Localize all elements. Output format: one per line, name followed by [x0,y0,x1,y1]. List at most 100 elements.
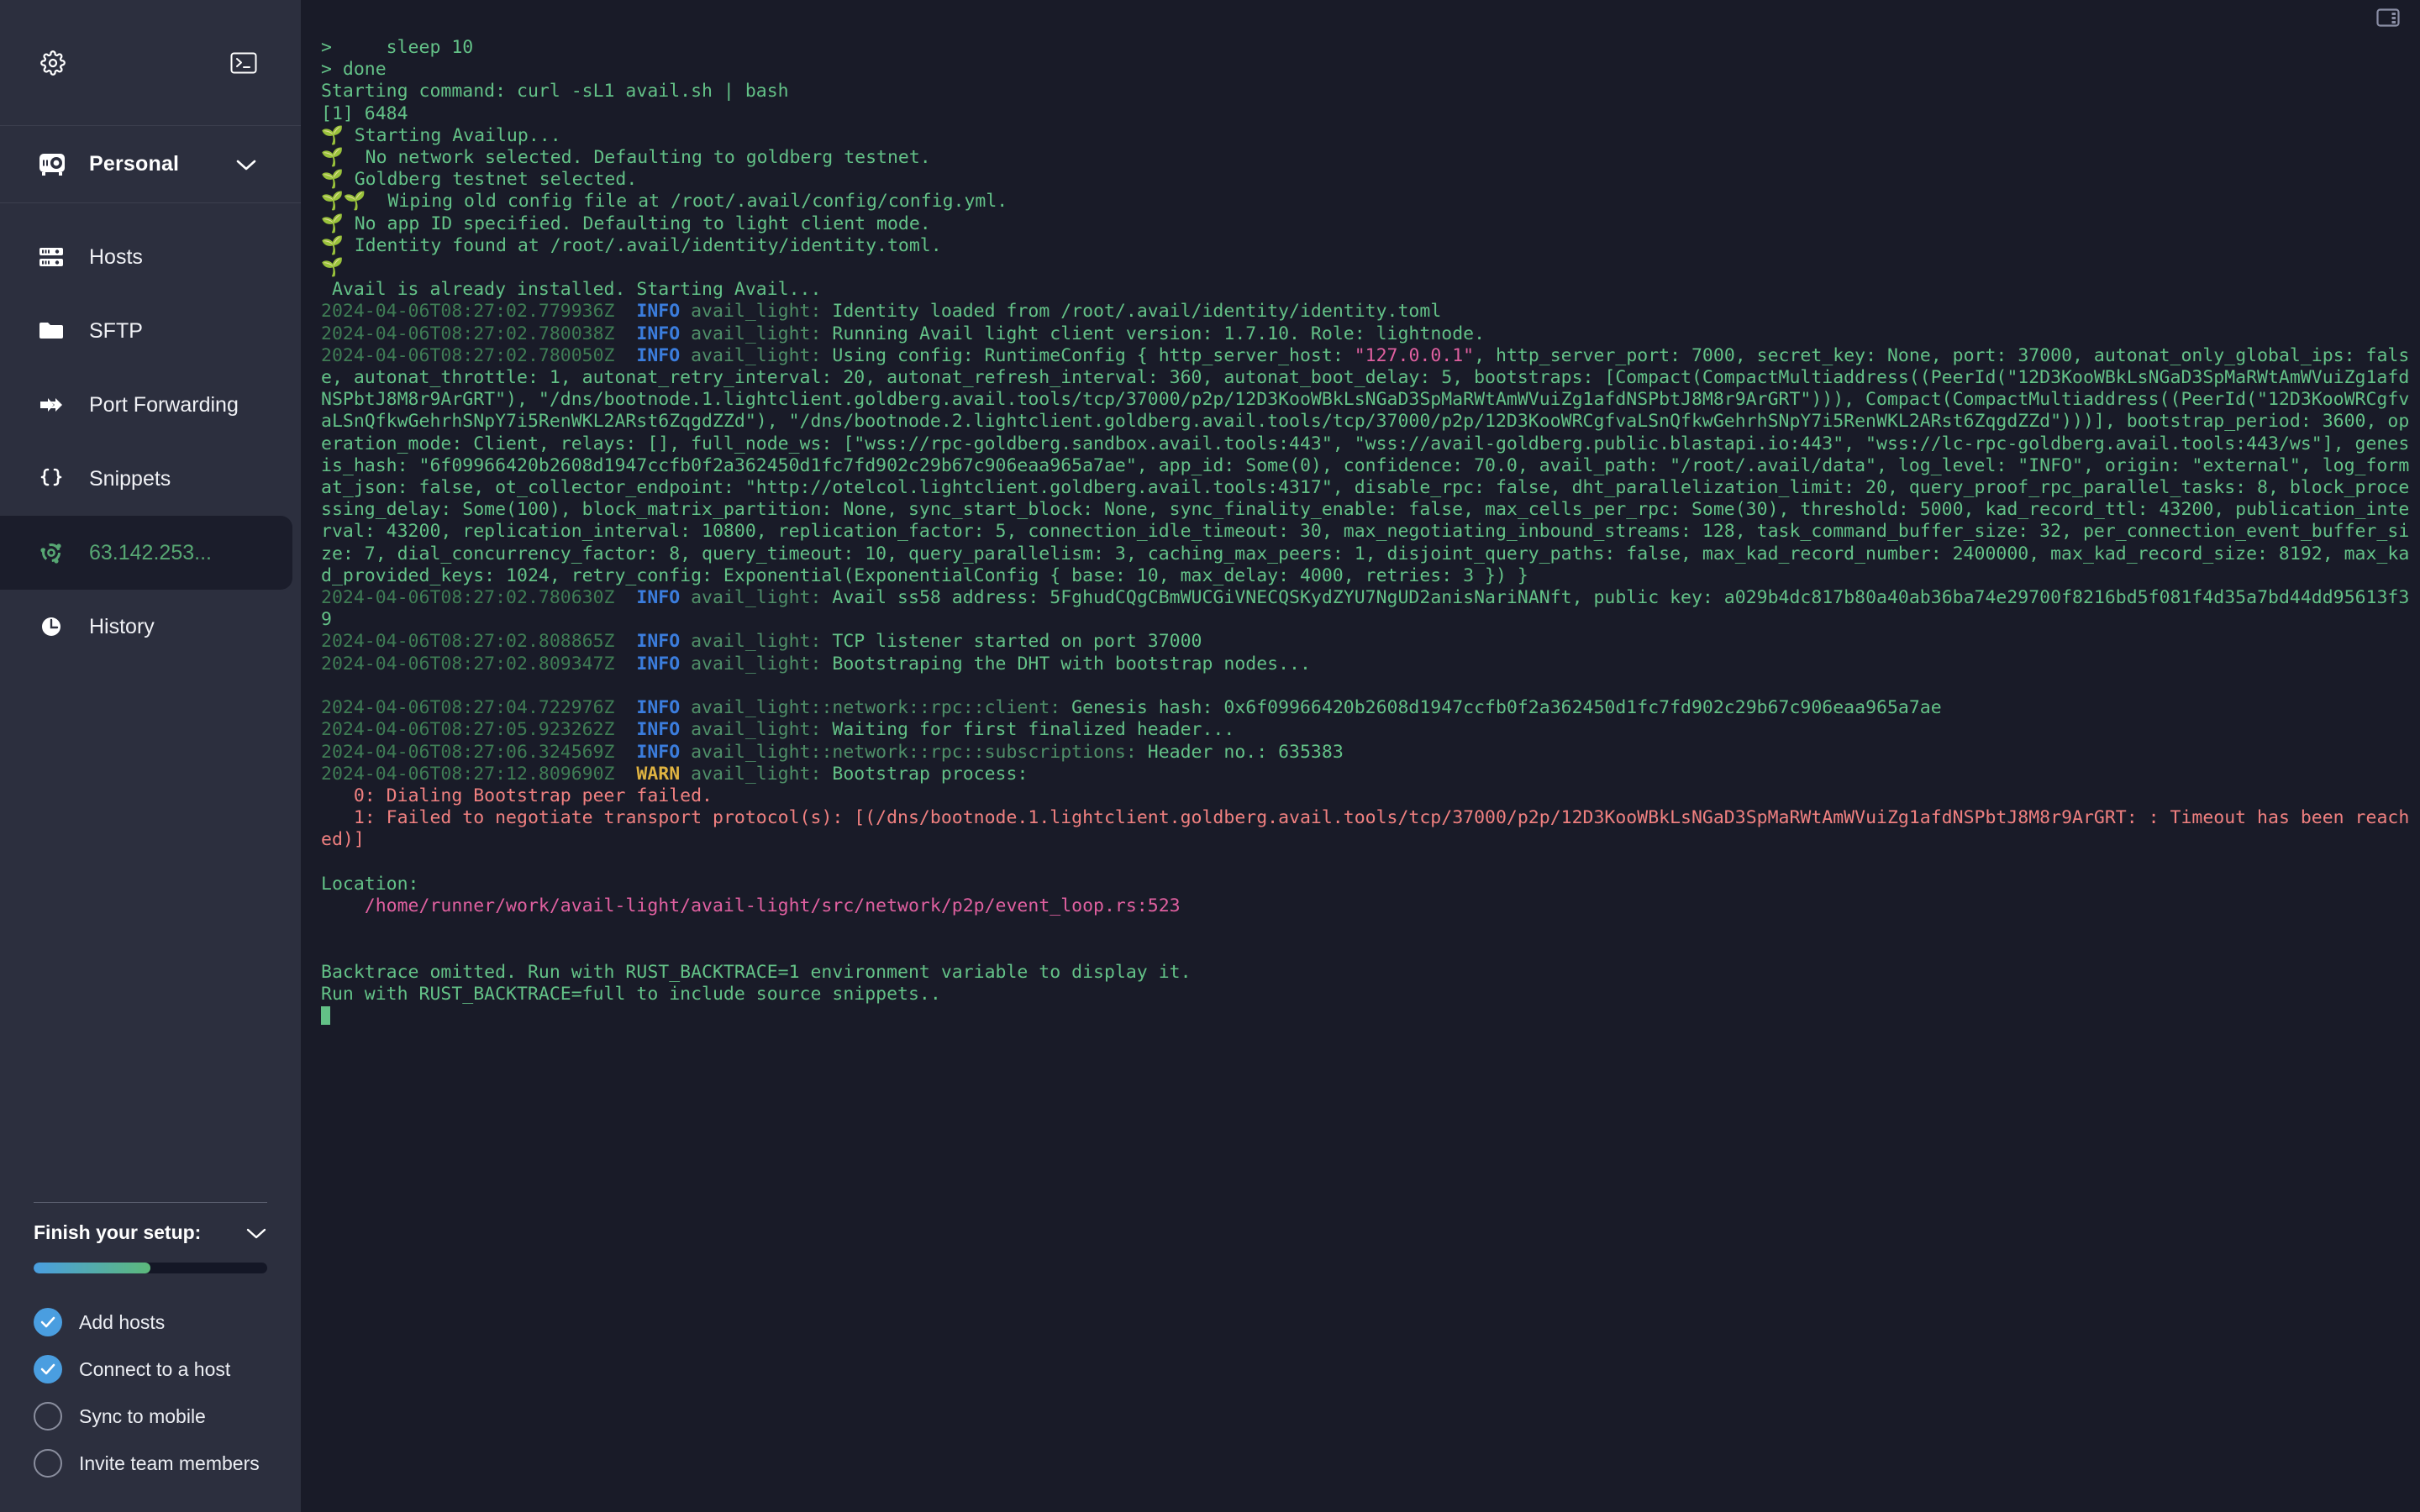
app-root: Personal Hosts SFTP Port Forwarding Snip… [0,0,2420,1512]
terminal-text: "127.0.0.1" [1354,344,1475,366]
terminal-line: 2024-04-06T08:27:02.809347Z INFO avail_l… [321,654,2420,675]
terminal-text: Starting command: curl -sL1 avail.sh | b… [321,81,789,102]
terminal-cursor [321,1005,330,1025]
sidebar-item-port-forwarding[interactable]: Port Forwarding [0,368,292,442]
terminal-text: Genesis hash: 0x6f09966420b2608d1947ccfb… [1071,697,1942,719]
sidebar-item-label: 63.142.253... [89,540,212,564]
terminal-text: > sleep 10 [321,37,474,58]
terminal-line: 🌱🌱 Wiping old config file at /root/.avai… [321,191,2420,213]
terminal-text: avail_light::network::rpc::client: [691,697,1072,719]
terminal-line: 2024-04-06T08:27:12.809690Z WARN avail_l… [321,764,2420,785]
sidebar-item-label: Snippets [89,466,171,491]
setup-task-label: Add hosts [79,1310,166,1333]
terminal-text: 🌱 No app ID specified. Defaulting to lig… [321,213,931,234]
terminal-text: Running Avail light client version: 1.7.… [832,323,1486,344]
terminal-text: 2024-04-06T08:27:05.923262Z [321,719,615,741]
terminal-line: 🌱 Identity found at /root/.avail/identit… [321,235,2420,257]
terminal-line: 1: Failed to negotiate transport protoco… [321,807,2420,851]
sidebar-item-label: SFTP [89,318,143,343]
setup-task-invite-team-members[interactable]: Invite team members [34,1440,267,1487]
terminal-text: > done [321,59,387,81]
terminal-text: Run with RUST_BACKTRACE=full to include … [321,983,941,1005]
terminal-line: Avail is already installed. Starting Ava… [321,279,2420,301]
terminal-text: 🌱 Goldberg testnet selected. [321,169,638,191]
terminal-line: 0: Dialing Bootstrap peer failed. [321,785,2420,807]
terminal-line: 🌱 Starting Availup... [321,125,2420,147]
terminal-text: Using config: RuntimeConfig { http_serve… [832,344,1355,366]
terminal-text: Location: [321,873,419,895]
braces-icon [39,468,67,490]
terminal-text: Waiting for first finalized header... [832,719,1235,741]
terminal-cursor-line [321,1005,2420,1027]
terminal-text: , http_server_port: 7000, secret_key: No… [321,344,2410,586]
sidebar-item-snippets[interactable]: Snippets [0,442,292,516]
setup-task-sync-to-mobile[interactable]: Sync to mobile [34,1393,267,1440]
terminal-output[interactable]: > sleep 10 > done Starting command: curl -… [314,37,2420,1512]
empty-circle-icon [34,1402,62,1431]
terminal-line: 2024-04-06T08:27:06.324569Z INFO avail_l… [321,742,2420,764]
terminal-text: avail_light: [691,323,833,344]
terminal-text: avail_light: [691,301,833,323]
terminal-text: avail_light: [691,763,833,785]
setup-task-connect-to-a-host[interactable]: Connect to a host [34,1346,267,1393]
terminal-icon[interactable] [230,52,257,74]
terminal-text: INFO [614,741,692,763]
terminal-text: 2024-04-06T08:27:02.779936Z [321,301,615,323]
terminal-line: 2024-04-06T08:27:02.780038Z INFO avail_l… [321,323,2420,345]
terminal-text: avail_light::network::rpc::subscriptions… [691,741,1148,763]
terminal-text: avail_light: [691,631,833,653]
terminal-line: [1] 6484 [321,103,2420,125]
terminal-text: Header no.: 635383 [1147,741,1344,763]
terminal-line: Run with RUST_BACKTRACE=full to include … [321,984,2420,1005]
gear-icon[interactable] [40,50,66,76]
terminal-text: INFO [614,653,692,675]
terminal-text: 🌱🌱 Wiping old config file at /root/.avai… [321,191,1008,213]
setup-task-add-hosts[interactable]: Add hosts [34,1299,267,1346]
terminal-text: 2024-04-06T08:27:12.809690Z [321,763,615,785]
sidebar-item-hosts[interactable]: Hosts [0,220,292,294]
terminal-text: Identity loaded from /root/.avail/identi… [832,301,1442,323]
terminal-line: 2024-04-06T08:27:02.779936Z INFO avail_l… [321,301,2420,323]
terminal-text: INFO [614,587,692,609]
sidebar-item-label: History [89,614,155,638]
layout-panel-icon[interactable] [2376,8,2400,28]
terminal-text: avail_light: [691,719,833,741]
terminal-line: 2024-04-06T08:27:05.923262Z INFO avail_l… [321,719,2420,741]
terminal-line: 2024-04-06T08:27:04.722976Z INFO avail_l… [321,697,2420,719]
org-name: Personal [89,152,180,176]
setup-task-label: Invite team members [79,1452,260,1474]
empty-circle-icon [34,1449,62,1478]
divider [34,1202,267,1203]
terminal-text: Bootstrap process: [832,763,1028,785]
sidebar-item-history[interactable]: History [0,590,292,664]
terminal-line: 2024-04-06T08:27:02.780630Z INFO avail_l… [321,587,2420,631]
terminal-text: avail_light: [691,344,833,366]
terminal-text: 2024-04-06T08:27:02.780050Z [321,344,615,366]
setup-header[interactable]: Finish your setup: [34,1221,267,1244]
terminal-text: 2024-04-06T08:27:04.722976Z [321,697,615,719]
terminal-line: Backtrace omitted. Run with RUST_BACKTRA… [321,962,2420,984]
terminal-line: 🌱 No network selected. Defaulting to gol… [321,147,2420,169]
chevron-down-icon[interactable] [235,158,257,171]
terminal-text: avail_light: [691,653,833,675]
terminal-line: 🌱 Goldberg testnet selected. [321,169,2420,191]
chevron-down-icon[interactable] [245,1226,267,1240]
terminal-text: INFO [614,719,692,741]
forward-arrow-icon [39,394,67,416]
sidebar-item-session-63-142-253[interactable]: 63.142.253... [0,516,292,590]
folder-icon [39,320,67,342]
setup-progress-bar [34,1263,267,1273]
sidebar-item-sftp[interactable]: SFTP [0,294,292,368]
org-switcher[interactable]: Personal [0,126,301,203]
check-icon [34,1308,62,1336]
terminal-text: INFO [614,344,692,366]
terminal-text: 2024-04-06T08:27:06.324569Z [321,741,615,763]
vault-icon [39,153,67,176]
terminal-text: 2024-04-06T08:27:02.780630Z [321,587,615,609]
terminal-line: /home/runner/work/avail-light/avail-ligh… [321,895,2420,917]
terminal-text: TCP listener started on port 37000 [832,631,1202,653]
terminal-text: Backtrace omitted. Run with RUST_BACKTRA… [321,961,1192,983]
terminal-line: 2024-04-06T08:27:02.780050Z INFO avail_l… [321,345,2420,587]
